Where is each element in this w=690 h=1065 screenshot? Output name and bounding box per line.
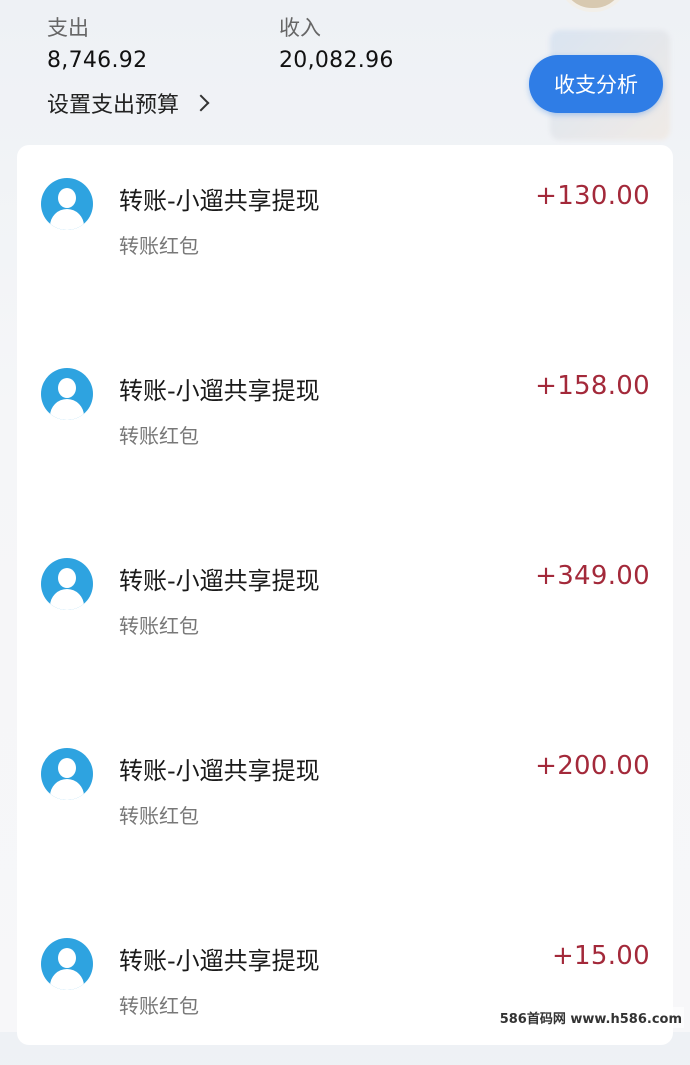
income-label: 收入 — [279, 16, 321, 40]
transaction-row[interactable]: 转账-小遛共享提现 转账红包 +158.00 — [17, 335, 673, 495]
watermark: 586首码网 www.h586.com — [497, 1007, 684, 1028]
analysis-button[interactable]: 收支分析 — [529, 55, 663, 113]
transaction-title: 转账-小遛共享提现 — [119, 377, 320, 405]
transaction-row[interactable]: 转账-小遛共享提现 转账红包 +349.00 — [17, 525, 673, 685]
transaction-row[interactable]: 转账-小遛共享提现 转账红包 +15.00 — [17, 905, 673, 1065]
chevron-right-icon — [192, 94, 210, 112]
user-avatar-icon — [41, 748, 93, 800]
expense-label: 支出 — [47, 16, 89, 40]
transaction-title: 转账-小遛共享提现 — [119, 567, 320, 595]
transaction-amount: +158.00 — [535, 371, 650, 401]
transaction-subtitle: 转账红包 — [119, 234, 199, 258]
expense-value: 8,746.92 — [47, 48, 148, 73]
user-avatar-icon — [41, 368, 93, 420]
set-budget-label: 设置支出预算 — [47, 93, 180, 118]
transaction-subtitle: 转账红包 — [119, 994, 199, 1018]
transaction-subtitle: 转账红包 — [119, 424, 199, 448]
user-avatar-icon — [41, 178, 93, 230]
transaction-subtitle: 转账红包 — [119, 804, 199, 828]
transaction-title: 转账-小遛共享提现 — [119, 947, 320, 975]
income-value: 20,082.96 — [279, 48, 394, 73]
transaction-amount: +200.00 — [535, 751, 650, 781]
income-stat: 收入 20,082.96 — [279, 12, 394, 73]
expense-stat: 支出 8,746.92 — [47, 12, 147, 73]
transaction-row[interactable]: 转账-小遛共享提现 转账红包 +200.00 — [17, 715, 673, 875]
user-avatar-icon — [41, 558, 93, 610]
set-budget-link[interactable]: 设置支出预算 — [47, 87, 210, 119]
transaction-amount: +349.00 — [535, 561, 650, 591]
transaction-row[interactable]: 转账-小遛共享提现 转账红包 +130.00 — [17, 145, 673, 305]
user-avatar-icon — [41, 938, 93, 990]
transaction-amount: +15.00 — [551, 941, 650, 971]
transaction-amount: +130.00 — [535, 181, 650, 211]
transaction-list: 转账-小遛共享提现 转账红包 +130.00 转账-小遛共享提现 转账红包 +1… — [17, 145, 673, 1045]
transaction-title: 转账-小遛共享提现 — [119, 757, 320, 785]
transaction-subtitle: 转账红包 — [119, 614, 199, 638]
transaction-title: 转账-小遛共享提现 — [119, 187, 320, 215]
summary-header: 支出 8,746.92 收入 20,082.96 设置支出预算 收支分析 — [0, 0, 690, 140]
